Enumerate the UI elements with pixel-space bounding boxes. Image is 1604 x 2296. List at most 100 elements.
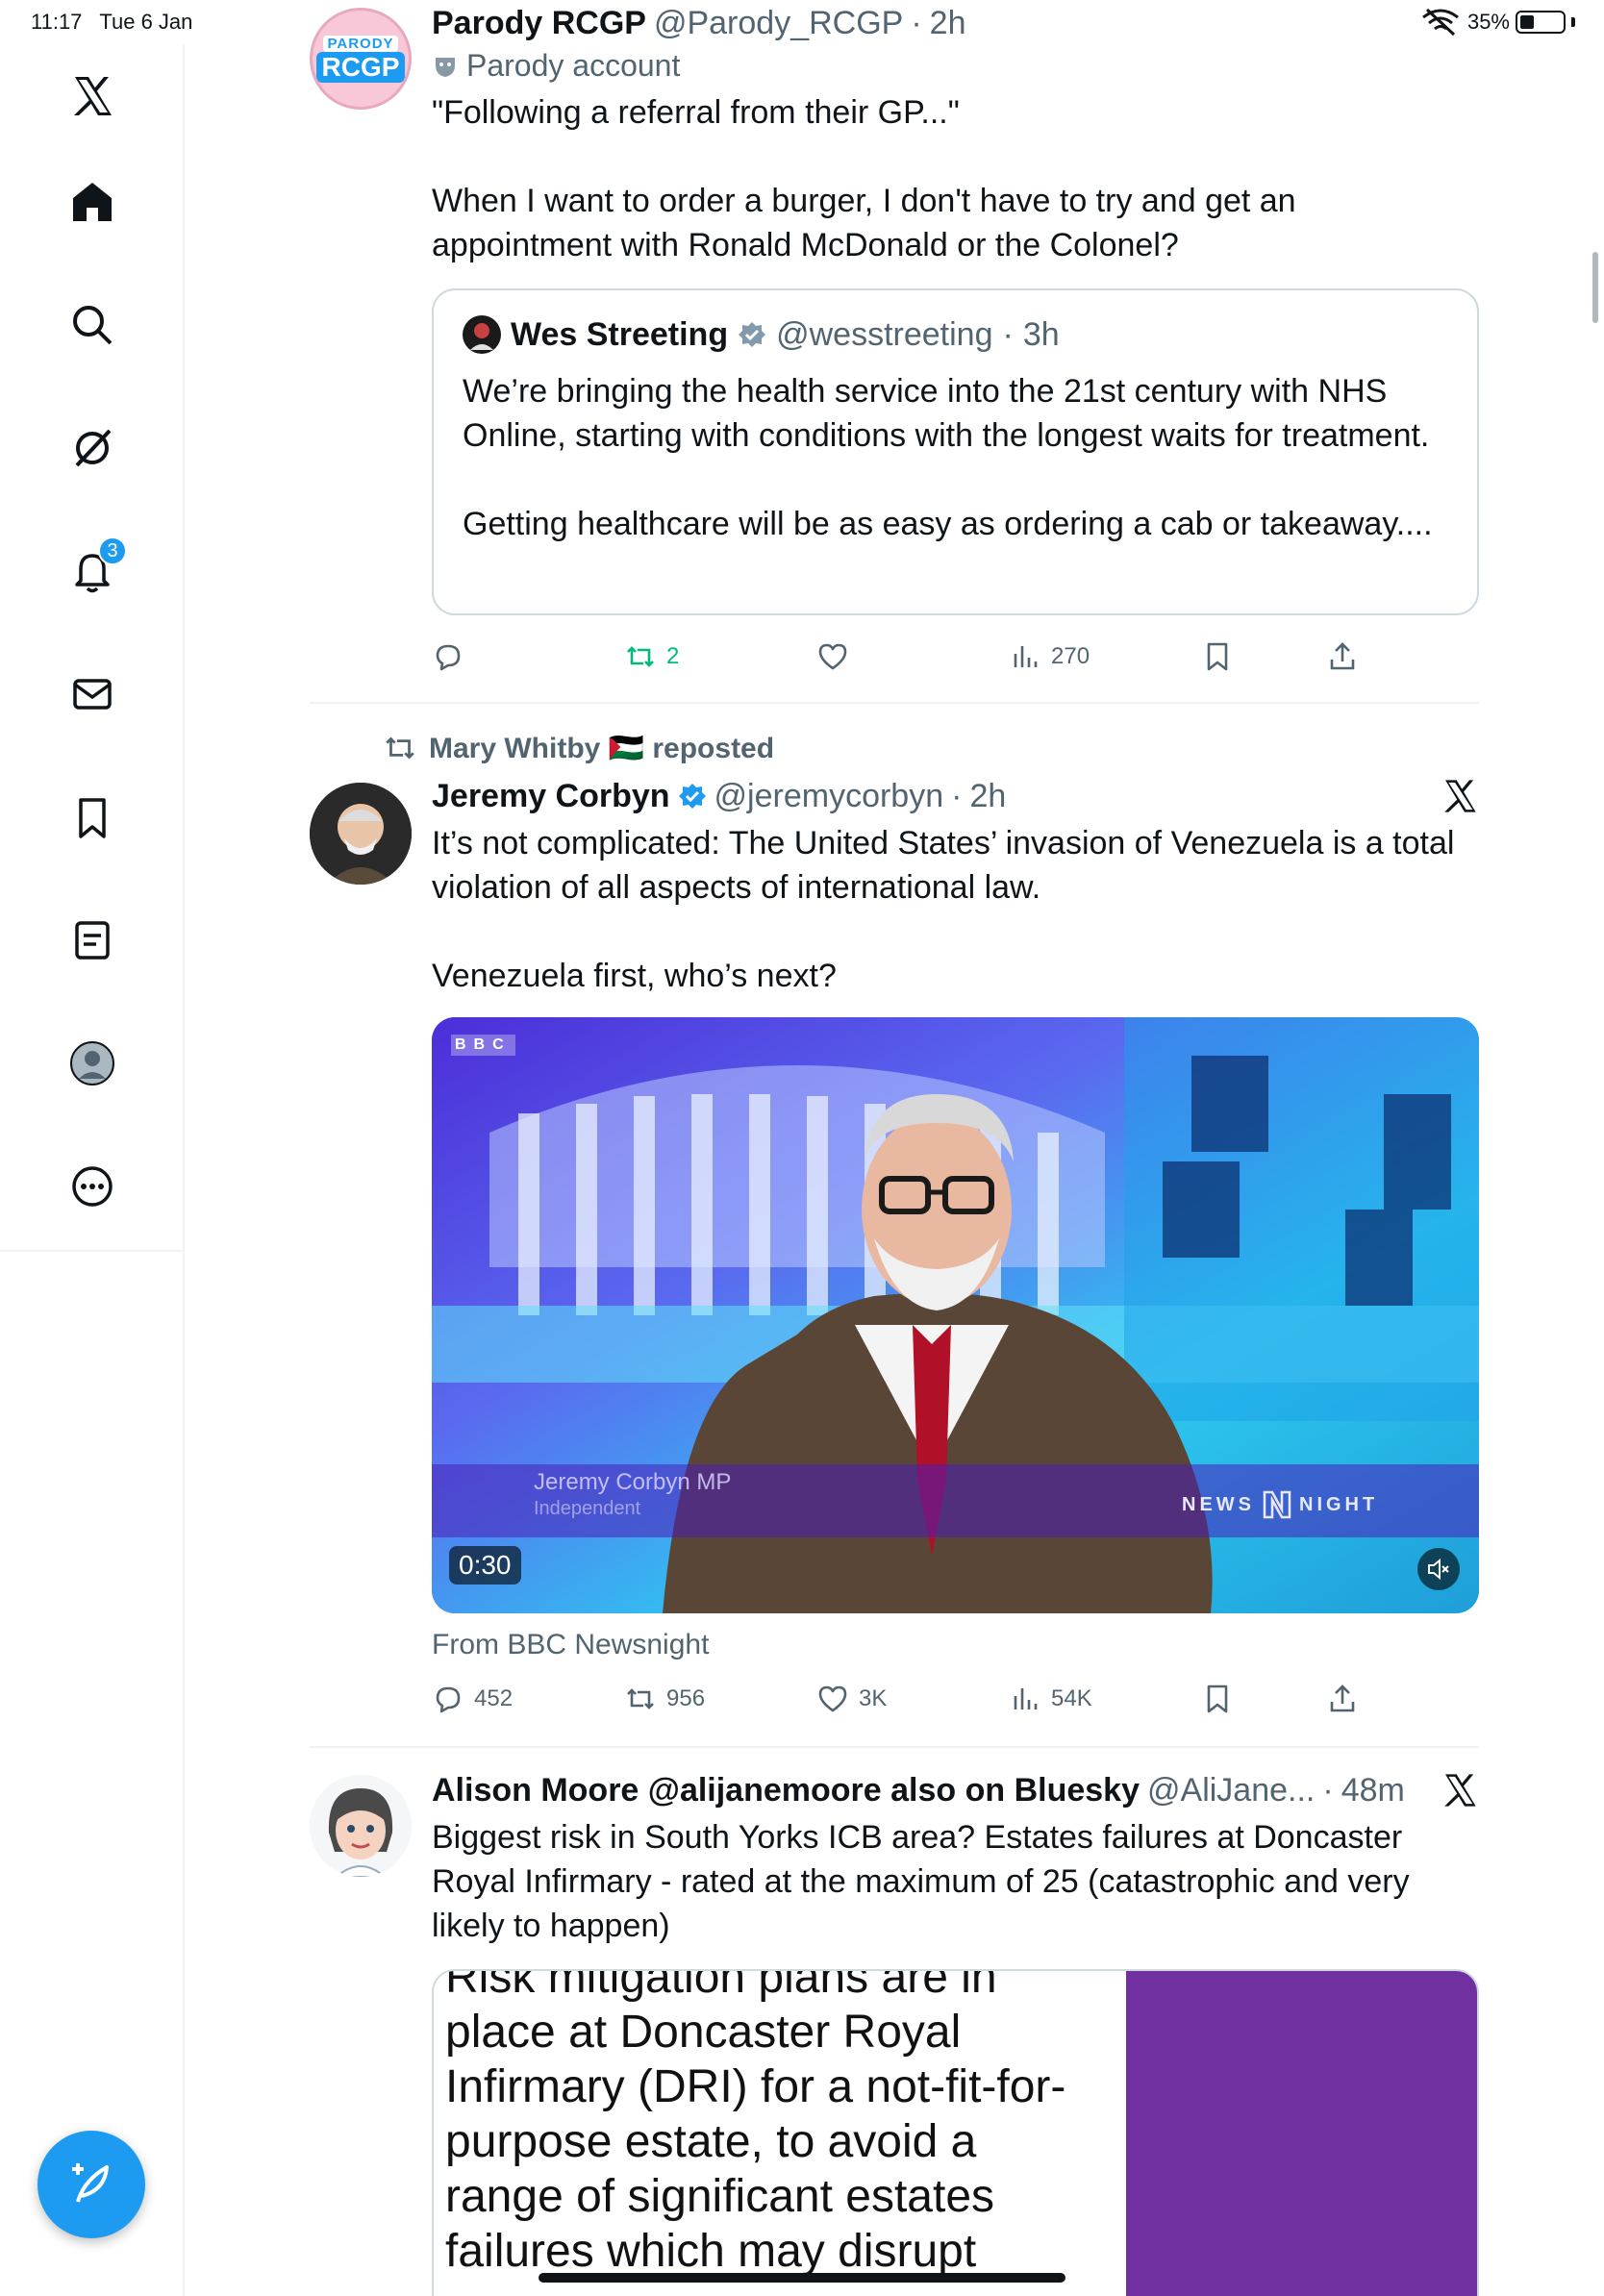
quote-avatar [463, 315, 501, 354]
like-button[interactable] [816, 635, 849, 679]
x-logo-icon[interactable] [1441, 777, 1479, 815]
share-button[interactable] [1326, 635, 1359, 679]
timestamp[interactable]: 2h [930, 5, 966, 42]
video-player[interactable]: BBC Jeremy Corbyn MP Independent NEWS NI… [432, 1017, 1479, 1613]
quote-handle: @wesstreeting [776, 315, 993, 353]
handle[interactable]: @Parody_RCGP [654, 5, 903, 42]
repost-icon [627, 646, 654, 667]
tweet-header: Jeremy Corbyn @jeremycorbyn · 2h [432, 775, 1479, 817]
profile-avatar-icon [70, 1041, 114, 1086]
heart-icon [818, 643, 847, 670]
share-button[interactable] [1326, 1677, 1359, 1721]
reply-count: 452 [474, 1685, 514, 1711]
sidebar-item-home[interactable] [54, 163, 131, 240]
reply-button[interactable] [432, 635, 464, 679]
quote-tweet-card[interactable]: Wes Streeting @wesstreeting · 3h We’re b… [432, 288, 1479, 615]
views-chart-icon [1014, 646, 1038, 667]
tweet-header: Parody RCGP @Parody_RCGP · 2h [432, 2, 1479, 44]
newsnight-watermark-right: NIGHT [1299, 1493, 1379, 1515]
parody-mask-icon [436, 58, 455, 77]
quote-display-name: Wes Streeting [511, 315, 729, 353]
share-icon [1330, 1685, 1355, 1712]
status-time: 11:17 Tue 6 Jan [31, 10, 192, 35]
tweet-actions: 2 270 [432, 635, 1355, 679]
timestamp[interactable]: 48m [1341, 1772, 1405, 1809]
display-name[interactable]: Parody RCGP [432, 5, 646, 42]
newsnight-watermark: NEWS NIGHT [1182, 1488, 1378, 1521]
handle[interactable]: @AliJane... [1147, 1772, 1315, 1809]
reply-button[interactable]: 452 [432, 1677, 513, 1721]
handle[interactable]: @jeremycorbyn [714, 778, 944, 815]
sidebar-item-grok[interactable] [54, 410, 131, 487]
views-button[interactable]: 54K [1009, 1677, 1092, 1721]
tweet-header: Alison Moore @alijanemoore also on Blues… [432, 1769, 1479, 1811]
parody-label: Parody account [432, 44, 1479, 87]
mail-icon [73, 679, 112, 710]
quote-header: Wes Streeting @wesstreeting · 3h [463, 315, 1060, 354]
avatar[interactable] [310, 783, 412, 885]
tweet-body: Parody RCGP @Parody_RCGP · 2h Parody acc… [432, 2, 1479, 267]
repost-count: 2 [666, 643, 680, 669]
sidebar-item-notifications[interactable]: 3 [54, 533, 131, 610]
repost-context[interactable]: Mary Whitby 🇵🇸 reposted [383, 729, 774, 767]
like-count: 3K [859, 1685, 888, 1711]
avatar-label-main: RCGP [315, 51, 406, 83]
compose-feather-icon [72, 2163, 109, 2203]
sidebar-item-profile[interactable] [54, 1025, 131, 1102]
grok-icon [75, 429, 112, 467]
clock: 11:17 [31, 10, 83, 34]
x-logo-icon[interactable] [54, 58, 131, 135]
tweet-divider [310, 1746, 1479, 1748]
views-count: 54K [1051, 1685, 1092, 1711]
more-icon [72, 1166, 113, 1207]
bookmark-icon [79, 798, 106, 838]
home-indicator[interactable] [539, 2273, 1065, 2283]
repost-count: 956 [666, 1685, 706, 1711]
repost-button[interactable]: 956 [624, 1677, 705, 1721]
separator-dot: · [1322, 1771, 1334, 1809]
sidebar-item-more[interactable] [54, 1148, 131, 1225]
bbc-logo-text: BBC [451, 1035, 515, 1056]
notification-badge: 3 [98, 537, 127, 565]
battery-cap [1571, 17, 1575, 27]
display-name[interactable]: Jeremy Corbyn [432, 778, 670, 815]
avatar[interactable] [310, 1775, 412, 1877]
verified-blue-icon [678, 784, 706, 809]
repost-button[interactable]: 2 [624, 635, 679, 679]
avatar[interactable]: PARODY RCGP [310, 8, 412, 110]
reply-icon [436, 1686, 461, 1713]
views-count: 270 [1051, 643, 1090, 669]
video-frame [432, 1017, 1479, 1613]
like-button[interactable]: 3K [816, 1677, 887, 1721]
x-logo-icon[interactable] [1441, 1771, 1479, 1809]
views-button[interactable]: 270 [1009, 635, 1090, 679]
compose-button[interactable] [38, 2131, 145, 2238]
timestamp[interactable]: 2h [969, 778, 1006, 815]
tweet-text: Biggest risk in South Yorks ICB area? Es… [432, 1819, 1419, 1944]
sidebar-item-lists[interactable] [54, 902, 131, 979]
display-name[interactable]: Alison Moore @alijanemoore also on Blues… [432, 1772, 1140, 1809]
bookmark-button[interactable] [1201, 1677, 1234, 1721]
tweet-text: It’s not complicated: The United States’… [432, 825, 1455, 994]
mute-button[interactable] [1417, 1548, 1460, 1590]
date: Tue 6 Jan [99, 10, 193, 34]
repost-icon [627, 1688, 654, 1710]
tweet-image[interactable]: Risk mitigation plans are in place at Do… [432, 1969, 1479, 2296]
home-icon [73, 183, 112, 221]
newsnight-logo [1263, 1490, 1291, 1519]
bookmark-button[interactable] [1201, 635, 1234, 679]
muted-speaker-icon [1428, 1558, 1449, 1581]
image-purple-panel [1126, 1971, 1477, 2296]
share-icon [1330, 642, 1355, 670]
sidebar-item-bookmarks[interactable] [54, 779, 131, 856]
sidebar-item-messages[interactable] [54, 656, 131, 733]
sidebar-item-explore[interactable] [54, 287, 131, 363]
media-source[interactable]: From BBC Newsnight [432, 1629, 709, 1661]
bookmark-icon [1207, 1685, 1228, 1713]
search-icon [73, 306, 113, 345]
parody-label-text: Parody account [466, 47, 681, 83]
reposted-by-label: Mary Whitby 🇵🇸 reposted [429, 732, 775, 764]
scrollbar[interactable] [1592, 252, 1598, 323]
avatar-cartoon [310, 1775, 412, 1877]
tweet-divider [310, 702, 1479, 704]
